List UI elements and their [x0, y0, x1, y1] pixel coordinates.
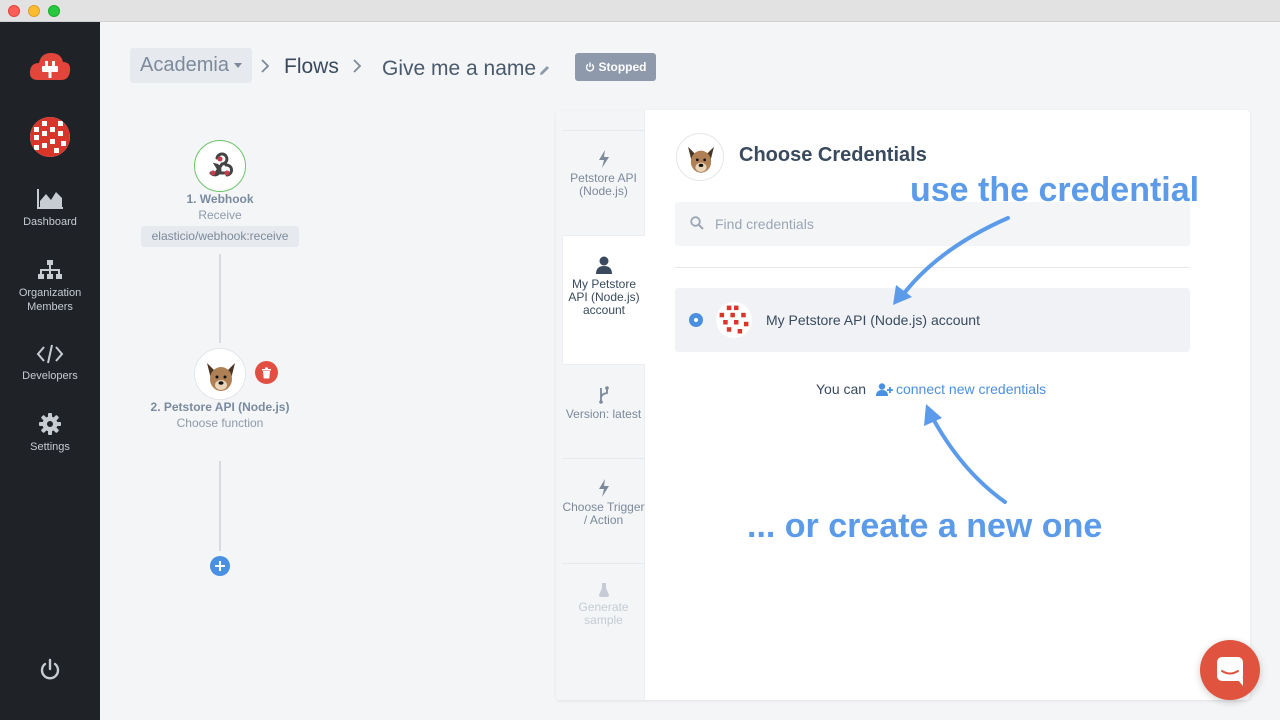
step-1-tag: elasticio/webhook:receive: [141, 226, 299, 247]
rail-item-label: Version: latest: [565, 407, 642, 421]
branch-icon: [598, 386, 609, 404]
sidebar-item-dashboard[interactable]: Dashboard: [0, 188, 100, 229]
rail-item-label: Petstore API (Node.js): [570, 171, 637, 198]
bolt-icon: [598, 150, 609, 168]
power-icon[interactable]: [38, 658, 62, 682]
petstore-step-node[interactable]: [194, 348, 246, 400]
dog-avatar-icon: [195, 349, 245, 399]
webhook-icon: [209, 152, 234, 177]
sidebar-item-settings[interactable]: Settings: [0, 413, 100, 454]
search-icon: [690, 216, 704, 230]
power-icon: [585, 62, 594, 72]
trash-icon: [262, 367, 271, 378]
rail-item-trigger-action[interactable]: Choose Trigger / Action: [562, 479, 645, 527]
sidebar-item-organization-members[interactable]: Organization Members: [0, 259, 100, 314]
close-window-button[interactable]: [8, 5, 20, 17]
chevron-right-icon: [353, 59, 362, 73]
connect-credentials-line: You can connect new credentials: [816, 381, 1046, 397]
divider: [562, 458, 645, 459]
caret-down-icon: [233, 63, 242, 69]
user-icon: [596, 256, 612, 274]
breadcrumb-flows[interactable]: Flows: [284, 55, 339, 79]
delete-step-button[interactable]: [255, 361, 278, 384]
annotation-top: use the credential: [910, 171, 1200, 209]
step-2-subtitle: Choose function: [176, 416, 264, 430]
status-badge[interactable]: Stopped: [575, 53, 656, 81]
edit-pencil-icon[interactable]: [538, 64, 551, 77]
rail-item-generate-sample: Generate sample: [562, 583, 645, 627]
rail-item-label: Choose Trigger / Action: [562, 500, 645, 527]
rail-item-label: My Petstore API (Node.js) account: [568, 277, 640, 317]
rail-item-label: Generate sample: [578, 600, 629, 627]
divider: [675, 267, 1190, 268]
add-step-button[interactable]: [210, 556, 230, 576]
connect-link-label: connect new credentials: [895, 381, 1047, 397]
connector-line: [219, 461, 221, 551]
annotation-bottom: ... or create a new one: [747, 507, 1103, 545]
rail-item-version[interactable]: Version: latest: [562, 386, 645, 421]
app-logo-icon[interactable]: [28, 50, 72, 84]
sidebar-item-label: Settings: [30, 441, 70, 453]
code-icon: [36, 344, 64, 364]
add-user-icon: [875, 383, 893, 396]
divider: [562, 130, 645, 131]
step-rail: Petstore API (Node.js) My Petstore API (…: [556, 110, 645, 700]
step-1-subtitle: Receive: [198, 208, 242, 222]
connect-new-credentials-link[interactable]: connect new credentials: [870, 381, 1046, 397]
rail-item-credentials[interactable]: My Petstore API (Node.js) account: [562, 235, 645, 365]
sidebar-item-developers[interactable]: Developers: [0, 344, 100, 383]
bolt-icon: [598, 479, 609, 497]
sidebar-item-label: Developers: [22, 370, 78, 382]
panel-title: Choose Credentials: [739, 144, 927, 166]
rail-item-component[interactable]: Petstore API (Node.js): [562, 150, 645, 198]
chat-launcher-button[interactable]: [1200, 640, 1260, 700]
org-icon: [38, 260, 62, 279]
credential-logo: [716, 302, 752, 338]
sidebar-item-label: Organization Members: [18, 287, 82, 313]
maximize-window-button[interactable]: [48, 5, 60, 17]
divider: [562, 563, 645, 564]
chart-icon: [37, 189, 63, 209]
org-name: Academia: [140, 54, 229, 76]
minimize-window-button[interactable]: [28, 5, 40, 17]
component-avatar: [676, 133, 724, 181]
org-avatar[interactable]: [30, 117, 70, 157]
step-2-title: 2. Petstore API (Node.js): [150, 400, 290, 414]
org-switcher[interactable]: Academia: [130, 48, 252, 83]
webhook-step-node[interactable]: [194, 140, 246, 192]
credential-name: My Petstore API (Node.js) account: [766, 312, 980, 328]
dog-avatar-icon: [677, 134, 723, 180]
credential-radio[interactable]: [689, 313, 703, 327]
step-1-title: 1. Webhook: [186, 192, 254, 206]
connector-line: [219, 254, 221, 343]
connect-prefix: You can: [816, 381, 867, 397]
sidebar-item-label: Dashboard: [23, 216, 77, 228]
chat-icon: [1217, 657, 1243, 686]
status-label: Stopped: [598, 60, 647, 74]
credential-option[interactable]: My Petstore API (Node.js) account: [675, 288, 1190, 352]
gear-icon: [39, 413, 61, 435]
flask-icon: [598, 583, 609, 597]
window-titlebar: [0, 0, 1280, 22]
sidebar: Dashboard Organization Members Developer…: [0, 22, 100, 720]
flow-name[interactable]: Give me a name: [382, 57, 536, 81]
chevron-right-icon: [261, 59, 270, 73]
